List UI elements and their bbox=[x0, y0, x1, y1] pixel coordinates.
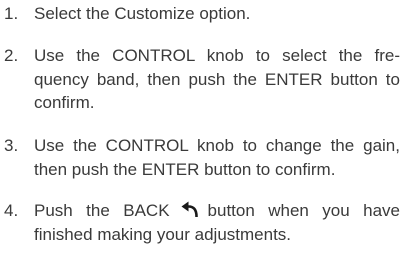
step-text-before-icon: Push the BACK bbox=[34, 201, 170, 220]
step-3: 3. Use the CONTROL knob to change the ga… bbox=[0, 134, 407, 181]
step-1: 1. Select the Customize option. bbox=[0, 2, 407, 26]
step-number: 2. bbox=[4, 46, 19, 65]
step-text: Select the Customize option. bbox=[34, 4, 251, 23]
step-4: 4. Push the BACK button when you have fin… bbox=[0, 199, 407, 246]
step-2: 2. Use the CONTROL knob to select the fr… bbox=[0, 44, 407, 115]
step-number: 3. bbox=[4, 136, 19, 155]
step-text: Use the CONTROL knob to select the fre-q… bbox=[34, 46, 400, 112]
step-number: 4. bbox=[4, 201, 19, 220]
step-text: Use the CONTROL knob to change the gain,… bbox=[34, 136, 400, 179]
back-arrow-icon bbox=[180, 201, 200, 217]
instruction-page: 1. Select the Customize option. 2. Use t… bbox=[0, 0, 407, 256]
step-text: Push the BACK button when you have finish… bbox=[34, 199, 400, 246]
step-number: 1. bbox=[4, 4, 19, 23]
